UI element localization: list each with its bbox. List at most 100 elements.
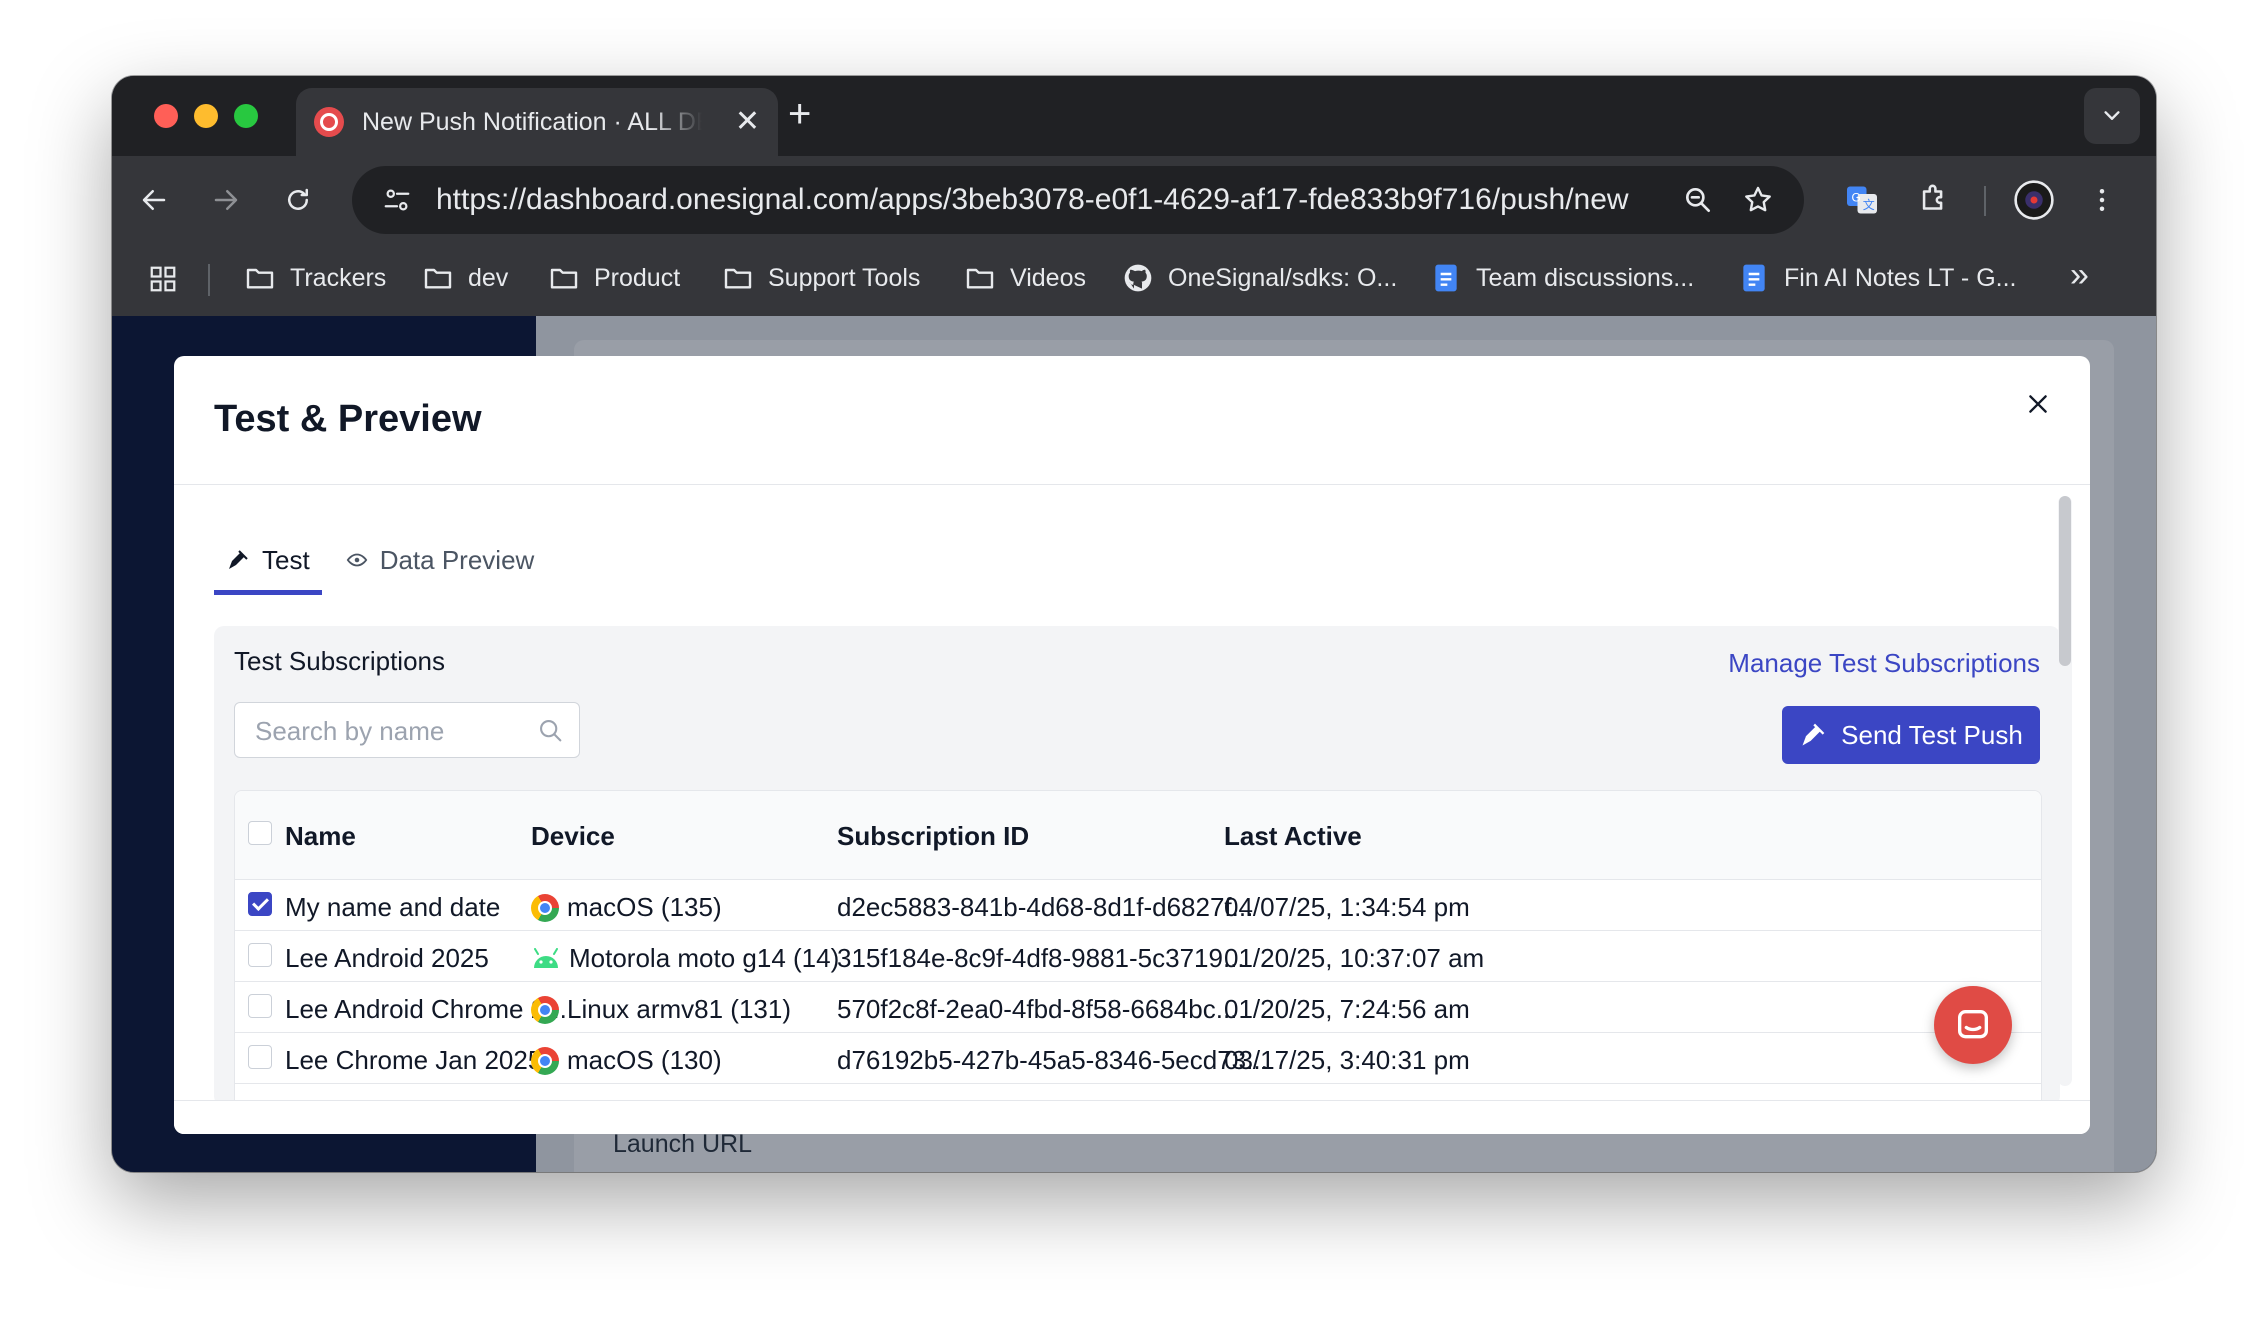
bookmarks-divider [208, 264, 210, 296]
apps-grid-icon [150, 266, 176, 292]
tab-data-preview[interactable]: Data Preview [334, 530, 547, 590]
bookmark-github-sdks[interactable]: OneSignal/sdks: O... [1122, 262, 1397, 294]
table-row[interactable]: Lee Android 2025 Motorola moto g14 (14) … [235, 931, 2041, 982]
row-subscription-id: 570f2c8f-2ea0-4fbd-8f58-6684bc... [837, 994, 1238, 1024]
modal-footer [174, 1100, 2090, 1134]
table-row[interactable]: My name and date macOS (135) d2ec5883-84… [235, 880, 2041, 931]
row-checkbox[interactable] [248, 1045, 272, 1069]
new-tab-button[interactable]: + [788, 94, 811, 134]
chrome-menu-button[interactable] [2080, 178, 2124, 222]
profile-button[interactable] [2012, 178, 2056, 222]
chrome-icon [531, 995, 559, 1024]
google-docs-icon [1435, 264, 1457, 292]
tab-test[interactable]: Test [214, 530, 322, 595]
url-text[interactable]: https://dashboard.onesignal.com/apps/3be… [436, 183, 1629, 217]
row-checkbox[interactable] [248, 892, 272, 916]
scrollbar-thumb[interactable] [2059, 496, 2071, 666]
modal-scrollbar[interactable] [2058, 496, 2072, 1086]
reload-button[interactable] [276, 178, 320, 222]
eye-icon [346, 553, 367, 567]
folder-icon [724, 268, 752, 289]
modal-close-button[interactable] [2016, 382, 2060, 426]
select-all-checkbox[interactable] [248, 821, 272, 845]
tab-search-button[interactable] [2084, 88, 2140, 144]
browser-window: New Push Notification · ALL DEVICES ✕ + … [112, 76, 2156, 1172]
launch-url-label: Launch URL [613, 1130, 752, 1158]
section-title: Test Subscriptions [234, 646, 445, 676]
search-field[interactable] [234, 702, 580, 758]
bookmark-team-discussions[interactable]: Team discussions... [1430, 262, 1694, 294]
tab-close-icon[interactable]: ✕ [735, 107, 760, 137]
modal-title: Test & Preview [214, 398, 482, 440]
support-chat-button[interactable] [1934, 986, 2012, 1064]
send-icon [229, 550, 248, 569]
page-background: Launch URL Test & Preview Test Data Prev… [112, 316, 2156, 1172]
row-last-active: 04/07/25, 1:34:54 pm [1224, 892, 1470, 922]
android-icon [534, 947, 558, 968]
back-button[interactable] [132, 178, 176, 222]
bookmark-folder-support-tools[interactable]: Support Tools [722, 262, 920, 294]
toolbar-divider [1984, 186, 1986, 216]
row-last-active: 01/20/25, 7:24:56 am [1224, 994, 1470, 1024]
more-bookmarks-button[interactable]: » [2070, 256, 2089, 295]
browser-toolbar: https://dashboard.onesignal.com/apps/3be… [112, 156, 2156, 244]
row-name: Lee Chrome Jan 2025 [285, 1045, 543, 1075]
folder-icon [550, 268, 578, 289]
table-header: Name Device Subscription ID Last Active [235, 791, 2041, 880]
site-info-button[interactable] [362, 185, 432, 215]
send-test-push-button[interactable]: Send Test Push [1782, 706, 2040, 764]
row-last-active: 03/17/25, 3:40:31 pm [1224, 1045, 1470, 1075]
translate-icon: G文 [1847, 186, 1877, 214]
folder-icon [966, 268, 994, 289]
bookmark-folder-dev[interactable]: dev [422, 262, 508, 294]
close-icon [2029, 395, 2047, 413]
github-icon [1124, 264, 1152, 292]
row-checkbox[interactable] [248, 994, 272, 1018]
window-close-button[interactable] [154, 104, 178, 128]
puzzle-icon [1922, 184, 1943, 210]
bookmark-folder-product[interactable]: Product [548, 262, 680, 294]
column-header-last-active: Last Active [1224, 821, 1362, 851]
send-icon [1802, 723, 1825, 746]
manage-test-subscriptions-link[interactable]: Manage Test Subscriptions [1728, 648, 2040, 679]
folder-icon [246, 268, 274, 289]
test-subscriptions-panel: Test Subscriptions Manage Test Subscript… [214, 626, 2060, 1107]
apps-button[interactable] [148, 264, 192, 294]
onesignal-favicon-icon [314, 107, 344, 137]
tab-title: New Push Notification · ALL DEVICES [362, 107, 702, 136]
row-checkbox[interactable] [248, 943, 272, 967]
arrow-left-icon [142, 190, 166, 210]
svg-text:文: 文 [1863, 197, 1875, 212]
bookmark-star-icon[interactable] [1742, 184, 1774, 216]
bookmark-folder-videos[interactable]: Videos [964, 262, 1086, 294]
column-header-name: Name [285, 821, 356, 851]
window-zoom-button[interactable] [234, 104, 258, 128]
bookmark-folder-trackers[interactable]: Trackers [244, 262, 386, 294]
browser-tab-active[interactable]: New Push Notification · ALL DEVICES ✕ [296, 88, 778, 156]
extensions-button[interactable] [1912, 178, 1956, 222]
address-bar[interactable]: https://dashboard.onesignal.com/apps/3be… [352, 166, 1804, 234]
row-device: macOS (130) [531, 1045, 722, 1076]
search-input[interactable] [253, 715, 527, 748]
row-last-active: 01/20/25, 10:37:07 am [1224, 943, 1485, 973]
avatar-icon [2014, 180, 2054, 220]
search-icon [540, 720, 562, 742]
row-subscription-id: d2ec5883-841b-4d68-8d1f-d6827f... [837, 892, 1254, 922]
google-translate-button[interactable]: G文 [1840, 178, 1884, 222]
row-device: Motorola moto g14 (14) [531, 943, 839, 974]
more-vertical-icon [2099, 189, 2105, 211]
modal-header: Test & Preview [174, 356, 2090, 485]
bookmark-fin-ai-notes[interactable]: Fin AI Notes LT - G... [1738, 262, 2016, 294]
zoom-icon[interactable] [1682, 184, 1714, 216]
row-name: Lee Android Chrome 2... [285, 994, 567, 1024]
row-device: Linux armv81 (131) [531, 994, 791, 1025]
chevron-down-icon [2104, 111, 2120, 120]
window-minimize-button[interactable] [194, 104, 218, 128]
table-row[interactable]: Lee Chrome Jan 2025 macOS (130) d76192b5… [235, 1033, 2041, 1084]
bookmarks-bar: Trackers dev Product Support Tools Video… [112, 244, 2156, 317]
forward-button[interactable] [204, 178, 248, 222]
chrome-icon [531, 1046, 559, 1075]
table-row[interactable]: Lee Android Chrome 2... Linux armv81 (13… [235, 982, 2041, 1033]
column-header-device: Device [531, 821, 615, 851]
chrome-icon [531, 893, 559, 922]
